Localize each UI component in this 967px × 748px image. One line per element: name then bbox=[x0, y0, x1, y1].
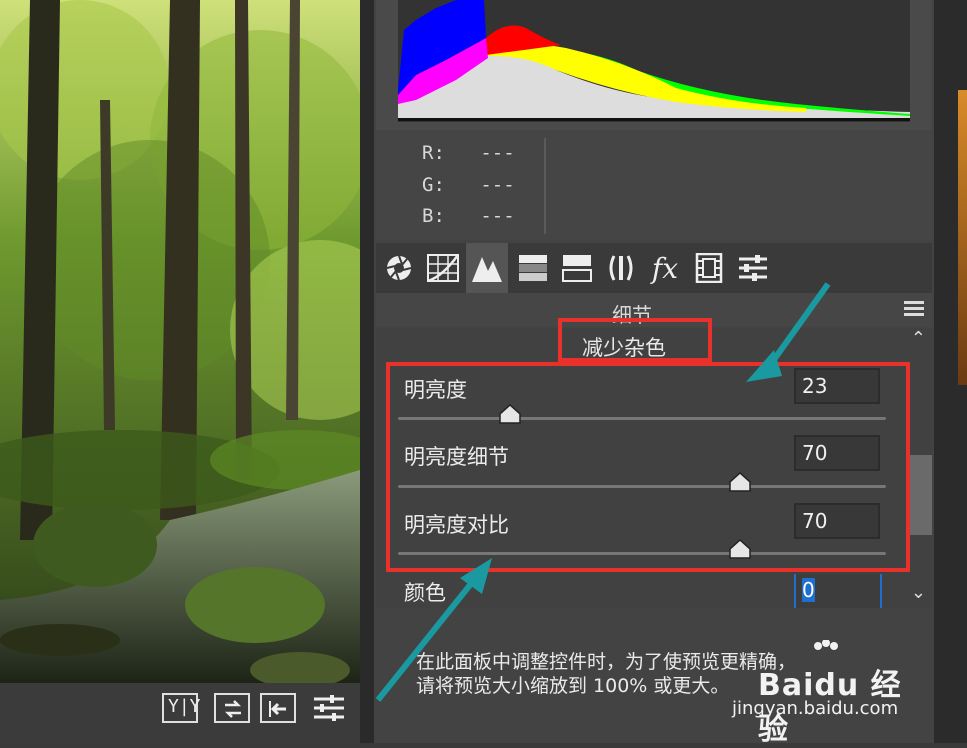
red-label: R: bbox=[422, 142, 445, 164]
arrow-left-icon bbox=[269, 701, 286, 717]
swap-icon bbox=[224, 700, 242, 718]
lens-correction-icon bbox=[609, 255, 633, 281]
blue-label: B: bbox=[422, 205, 445, 227]
yy-icon: Y|Y bbox=[168, 696, 201, 717]
preview-image bbox=[0, 0, 360, 683]
green-label: G: bbox=[422, 174, 445, 196]
swap-settings-button[interactable] bbox=[214, 693, 250, 723]
tone-curve-icon bbox=[427, 254, 459, 282]
presets-sliders-icon bbox=[739, 255, 767, 281]
sliders-icon bbox=[314, 695, 344, 721]
hsl-icon bbox=[519, 255, 547, 281]
panel-scrollbar[interactable] bbox=[910, 455, 932, 535]
chevron-up-icon[interactable]: ⌃ bbox=[911, 328, 926, 349]
red-value: --- bbox=[480, 142, 515, 164]
panel-menu-icon[interactable] bbox=[904, 301, 924, 319]
chevron-down-icon[interactable]: ⌄ bbox=[911, 582, 926, 603]
readout-separator bbox=[544, 138, 546, 234]
histogram bbox=[376, 0, 932, 130]
copy-settings-button[interactable] bbox=[260, 693, 296, 723]
red-readout: R: --- bbox=[422, 142, 515, 164]
filmstrip-thumbnail bbox=[958, 90, 967, 385]
detail-mountain-icon bbox=[472, 257, 502, 282]
before-after-toggle-button[interactable]: Y|Y bbox=[162, 693, 201, 723]
preview-settings-button[interactable] bbox=[312, 693, 346, 723]
watermark-url: jingyan.baidu.com bbox=[732, 698, 899, 719]
camera-calibration-icon bbox=[695, 253, 723, 283]
baidu-watermark: Baidu 经验 jingyan.baidu.com bbox=[730, 640, 930, 747]
aperture-icon bbox=[386, 255, 412, 281]
blue-readout: B: --- bbox=[422, 205, 515, 227]
split-toning-icon bbox=[562, 255, 592, 282]
green-value: --- bbox=[480, 174, 515, 196]
blue-value: --- bbox=[480, 205, 515, 227]
green-readout: G: --- bbox=[422, 174, 515, 196]
rgb-readout: R: --- G: --- B: --- bbox=[376, 130, 932, 240]
